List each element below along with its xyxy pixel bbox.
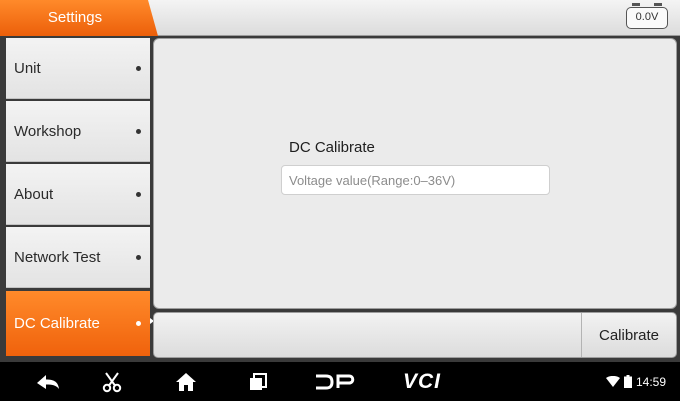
navigation-bar: VCI 14:59 xyxy=(0,362,680,401)
bullet-icon xyxy=(136,192,141,197)
section-title: DC Calibrate xyxy=(289,139,375,156)
sidebar-item-dc-calibrate[interactable]: DC Calibrate xyxy=(6,291,150,356)
vci-logo[interactable]: VCI xyxy=(396,362,448,401)
sidebar-item-workshop[interactable]: Workshop xyxy=(6,101,150,162)
bullet-icon xyxy=(136,321,141,326)
sidebar-item-label: Workshop xyxy=(14,123,82,140)
bullet-icon xyxy=(136,129,141,134)
settings-sidebar: Unit Workshop About Network Test DC Cali… xyxy=(6,38,150,356)
wifi-icon xyxy=(605,375,620,387)
dp-logo-icon[interactable] xyxy=(312,362,358,401)
clock-time: 14:59 xyxy=(635,374,666,389)
back-icon[interactable] xyxy=(30,362,66,401)
main-panel: DC Calibrate xyxy=(153,38,677,309)
sidebar-item-label: About xyxy=(14,186,54,203)
app-screen: Settings 0.0V Unit Workshop About Networ… xyxy=(0,0,680,362)
sidebar-item-label: Network Test xyxy=(14,249,101,266)
page-title: Settings xyxy=(47,9,103,26)
action-bar: Calibrate xyxy=(153,312,677,358)
calibrate-button[interactable]: Calibrate xyxy=(581,313,676,357)
battery-icon xyxy=(623,375,632,388)
sidebar-item-label: Unit xyxy=(14,60,41,77)
settings-tab: Settings xyxy=(0,0,160,36)
vci-voltage-indicator: 0.0V xyxy=(626,3,668,29)
sidebar-item-unit[interactable]: Unit xyxy=(6,38,150,99)
recent-apps-icon[interactable] xyxy=(242,362,274,401)
header-bar: Settings 0.0V xyxy=(0,0,680,36)
bullet-icon xyxy=(136,255,141,260)
scissors-icon[interactable] xyxy=(96,362,128,401)
vci-label: VCI xyxy=(402,369,441,393)
status-area: 14:59 xyxy=(605,362,666,401)
sidebar-item-network-test[interactable]: Network Test xyxy=(6,227,150,288)
bullet-icon xyxy=(136,66,141,71)
sidebar-item-label: DC Calibrate xyxy=(14,315,100,332)
voltage-value-input[interactable] xyxy=(281,165,550,195)
home-icon[interactable] xyxy=(168,362,204,401)
sidebar-item-about[interactable]: About xyxy=(6,164,150,225)
